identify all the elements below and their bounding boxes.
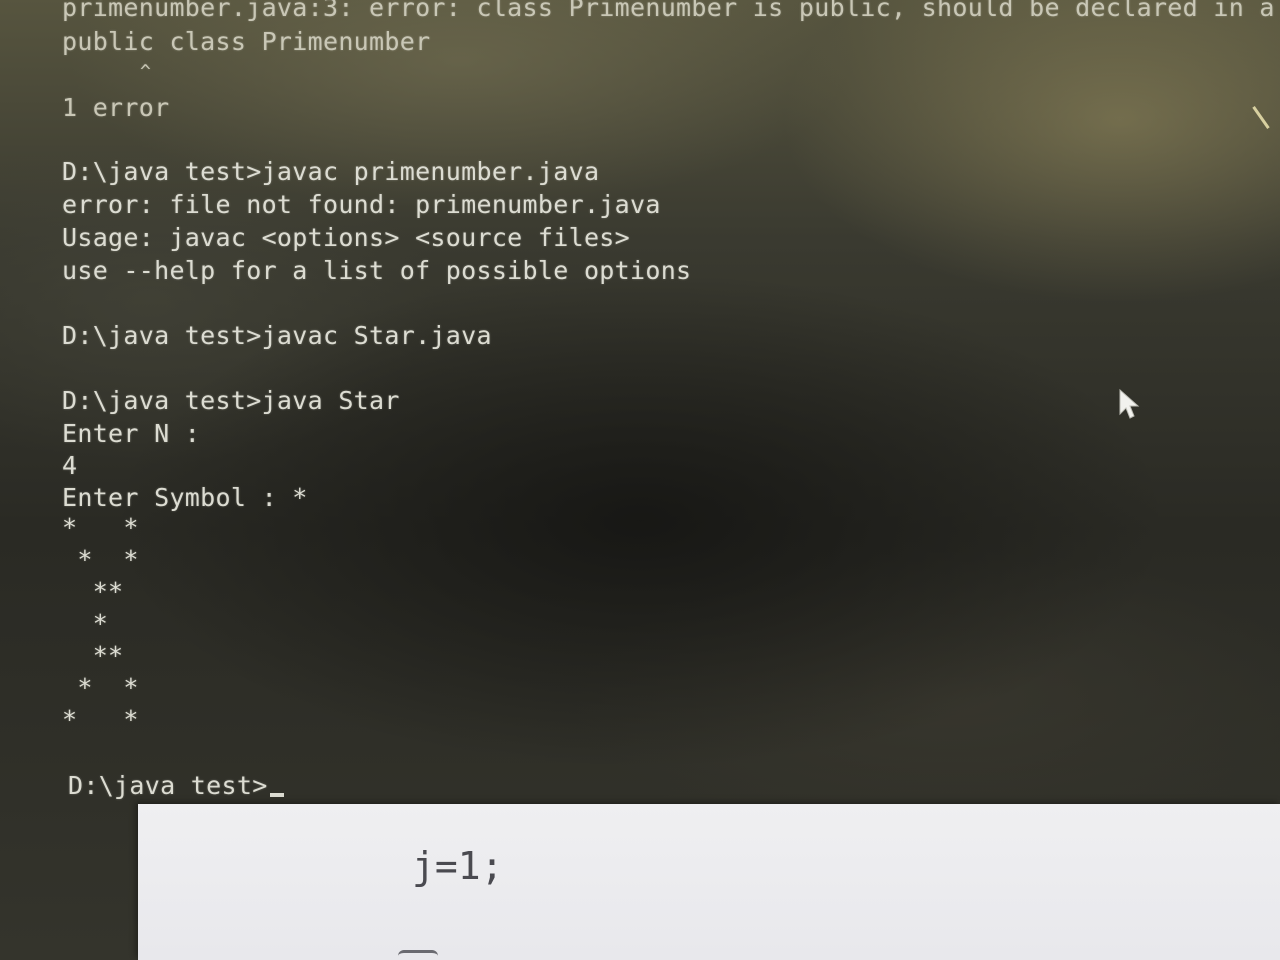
console-line-14: Enter N : <box>62 419 201 448</box>
console-line-9: use --help for a list of possible option… <box>62 256 692 285</box>
console-line-1: primenumber.java:3: error: class Primenu… <box>62 0 1280 22</box>
console-line-6: D:\java test>javac primenumber.java <box>62 157 600 186</box>
console-line-7: error: file not found: primenumber.java <box>62 190 661 219</box>
star-pattern-row-2: * * <box>62 545 139 574</box>
console-line-11: D:\java test>javac Star.java <box>62 321 492 350</box>
paper-note-overlay: j=1; <box>138 804 1280 960</box>
photo-of-monitor: primenumber.java:3: error: class Primenu… <box>0 0 1280 960</box>
star-pattern-row-1: * * <box>62 513 139 542</box>
console-line-15: 4 <box>62 451 78 480</box>
console-line-2: public class Primenumber <box>62 27 431 56</box>
star-pattern-row-4: * <box>62 609 109 638</box>
paper-cropped-text <box>398 950 438 960</box>
star-pattern-row-3: ** <box>62 577 124 606</box>
console-line-13: D:\java test>java Star <box>62 386 400 415</box>
star-pattern-row-7: * * <box>62 705 139 734</box>
text-cursor <box>269 793 284 797</box>
console-line-4: 1 error <box>62 93 170 122</box>
star-pattern-row-6: * * <box>62 673 139 702</box>
star-pattern-row-5: ** <box>62 641 124 670</box>
console-line-3: ^ <box>62 61 152 82</box>
console-line-8: Usage: javac <options> <source files> <box>62 223 630 252</box>
paper-code-line: j=1; <box>412 844 504 888</box>
console-line-16: Enter Symbol : * <box>62 483 308 512</box>
console-prompt-line[interactable]: D:\java test> <box>68 770 284 802</box>
command-prompt-window: primenumber.java:3: error: class Primenu… <box>0 0 1280 805</box>
prompt-text: D:\java test> <box>68 771 268 800</box>
mouse-pointer-icon <box>1119 388 1140 419</box>
